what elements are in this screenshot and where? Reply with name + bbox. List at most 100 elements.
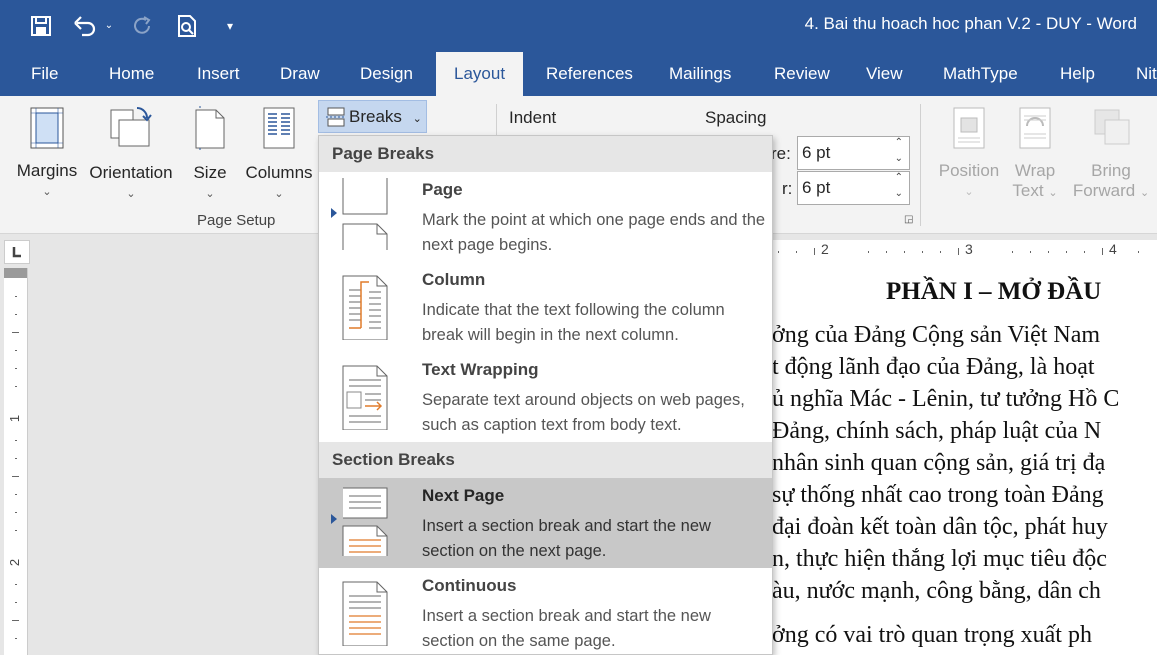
menu-item-continuous[interactable]: Continuous Insert a section break and st…	[319, 568, 772, 654]
margins-button[interactable]: Margins ⌄	[14, 102, 80, 198]
tab-draw[interactable]: Draw	[280, 60, 320, 88]
tab-mathtype[interactable]: MathType	[943, 60, 1018, 88]
menu-item-description: Insert a section break and start the new…	[422, 607, 711, 650]
bring-forward-label-1: Bring	[1091, 161, 1131, 180]
document-line: sự thống nhất cao trong toàn Đảng	[772, 482, 1104, 508]
breaks-label: Breaks	[349, 107, 402, 126]
undo-dropdown-icon[interactable]: ⌄	[101, 10, 117, 42]
size-button[interactable]: Size ⌄	[188, 102, 232, 200]
next-page-break-icon	[342, 487, 388, 556]
bring-forward-icon	[1094, 109, 1130, 145]
page-breaks-header: Page Breaks	[319, 136, 772, 172]
ruler-tick-label: 1	[7, 414, 23, 423]
wrap-text-label-1: Wrap	[1014, 161, 1056, 180]
column-break-icon	[342, 275, 388, 340]
wrap-text-button: Wrap Text ⌄	[1010, 102, 1060, 201]
ruler-tick-label: 3	[965, 241, 973, 257]
tab-help[interactable]: Help	[1060, 60, 1095, 88]
document-line: àu, nước mạnh, công bằng, dân ch	[772, 578, 1101, 604]
menu-item-column-break[interactable]: Column Indicate that the text following …	[319, 262, 772, 352]
tab-references[interactable]: References	[546, 60, 633, 88]
tab-layout[interactable]: Layout	[436, 52, 524, 96]
size-icon	[195, 106, 225, 150]
page-break-icon	[342, 178, 388, 250]
ruler-tick-label: 4	[1109, 241, 1117, 257]
page-setup-group-label: Page Setup	[197, 212, 276, 229]
wrap-text-label-2: Text ⌄	[1012, 181, 1058, 200]
tab-design[interactable]: Design	[360, 60, 413, 88]
orientation-button[interactable]: Orientation ⌄	[86, 102, 176, 200]
save-icon[interactable]	[26, 10, 56, 42]
document-line: ởng của Đảng Cộng sản Việt Nam	[772, 322, 1101, 348]
vertical-ruler[interactable]: 1 2	[4, 268, 28, 655]
spacing-before-input[interactable]: 6 pt ⌃ ⌄	[797, 136, 910, 170]
menu-item-text-wrapping-break[interactable]: Text Wrapping Separate text around objec…	[319, 352, 772, 442]
document-line: t động lãnh đạo của Đảng, là hoạt	[772, 354, 1095, 380]
document-page[interactable]: PHẦN I – MỞ ĐẦU ởng của Đảng Cộng sản Vi…	[772, 264, 1157, 655]
spacing-after-input[interactable]: 6 pt ⌃ ⌄	[797, 171, 910, 205]
spacing-after-label: r:	[782, 179, 793, 198]
bring-forward-button: Bring Forward ⌄	[1068, 102, 1154, 201]
tab-view[interactable]: View	[866, 60, 903, 88]
spacing-after-value: 6 pt	[802, 178, 831, 197]
document-heading: PHẦN I – MỞ ĐẦU	[886, 278, 1102, 305]
indent-label: Indent	[509, 108, 557, 127]
position-label: Position	[938, 161, 1000, 180]
section-breaks-header: Section Breaks	[319, 442, 772, 478]
tab-file[interactable]: File	[31, 60, 58, 88]
menu-item-description: Insert a section break and start the new…	[422, 517, 711, 560]
tab-insert[interactable]: Insert	[197, 60, 240, 88]
columns-button[interactable]: Columns ⌄	[242, 102, 316, 200]
spacing-before-value: 6 pt	[802, 143, 831, 162]
print-preview-icon[interactable]	[172, 10, 202, 42]
wrap-text-label-2-text: Text	[1012, 181, 1044, 200]
spin-down-icon[interactable]: ⌄	[895, 178, 903, 210]
tab-selector-icon[interactable]	[4, 240, 30, 264]
chevron-down-icon: ⌄	[964, 186, 974, 198]
tab-home[interactable]: Home	[109, 60, 154, 88]
chevron-down-icon: ⌄	[205, 188, 215, 200]
redo-icon	[128, 10, 158, 42]
bring-forward-label-2: Forward ⌄	[1072, 181, 1150, 200]
document-line: Đảng, chính sách, pháp luật của N	[772, 418, 1102, 444]
chevron-down-icon: ⌄	[274, 188, 284, 200]
columns-label: Columns	[245, 163, 313, 182]
document-line: nhân sinh quan cộng sản, giá trị đạ	[772, 450, 1106, 476]
wrap-text-icon	[1019, 107, 1051, 149]
menu-item-title: Continuous	[422, 576, 517, 595]
ruler-tick-label: 2	[7, 558, 23, 567]
menu-item-page-break[interactable]: Page Mark the point at which one page en…	[319, 172, 772, 262]
group-separator	[920, 104, 921, 226]
menu-item-title: Page	[422, 180, 463, 199]
paragraph-dialog-launcher-icon[interactable]: ◲	[904, 214, 913, 225]
spacing-before-label: re:	[771, 144, 791, 163]
menu-item-description: Separate text around objects on web page…	[422, 391, 745, 434]
menu-item-title: Next Page	[422, 486, 505, 505]
menu-item-title: Column	[422, 270, 486, 289]
chevron-down-icon: ⌄	[412, 113, 422, 125]
spacing-label: Spacing	[705, 108, 767, 127]
document-line: n, thực hiện thắng lợi mục tiêu độc	[772, 546, 1107, 572]
breaks-menu: Page Breaks Page Mark the point at which…	[318, 135, 773, 655]
customize-qat-icon[interactable]: ▾	[220, 10, 240, 42]
tab-nitro[interactable]: Nit	[1136, 60, 1157, 88]
margins-icon	[30, 107, 64, 149]
text-wrapping-break-icon	[342, 365, 388, 430]
chevron-down-icon: ⌄	[42, 186, 52, 198]
menu-item-next-page[interactable]: Next Page Insert a section break and sta…	[319, 478, 772, 568]
menu-item-description: Indicate that the text following the col…	[422, 301, 725, 344]
continuous-break-icon	[342, 581, 388, 646]
document-line: ởng có vai trò quan trọng xuất ph	[772, 622, 1092, 648]
breaks-button[interactable]: Breaks ⌄	[318, 100, 427, 133]
position-icon	[953, 107, 985, 149]
undo-icon[interactable]	[70, 10, 100, 42]
menu-item-title: Text Wrapping	[422, 360, 539, 379]
orientation-label: Orientation	[89, 163, 173, 182]
selection-marker-icon	[331, 208, 337, 218]
orientation-icon	[110, 107, 152, 147]
menu-item-description: Mark the point at which one page ends an…	[422, 211, 766, 254]
position-button: Position ⌄	[934, 102, 1004, 198]
tab-mailings[interactable]: Mailings	[669, 60, 731, 88]
tab-review[interactable]: Review	[774, 60, 830, 88]
columns-icon	[263, 107, 295, 149]
